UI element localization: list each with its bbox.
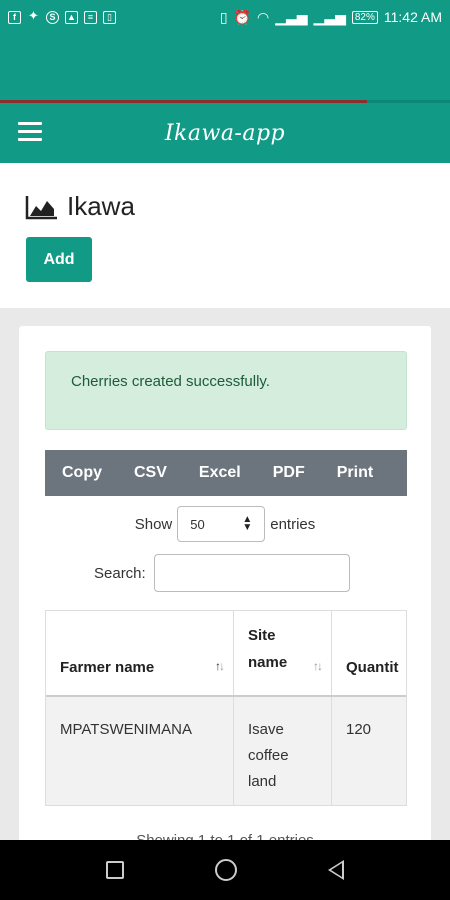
- facebook-icon: f: [8, 10, 21, 24]
- page-header: Ikawa Add: [0, 163, 450, 308]
- notification-icons: f ✦ S ▲ ≡ ▯: [8, 7, 116, 24]
- app-bar: Ikawa-app: [0, 103, 450, 163]
- page-title-text: Ikawa: [67, 191, 135, 221]
- select-arrows-icon: ▲ ▼: [242, 514, 253, 533]
- export-button-group: Copy CSV Excel PDF Print: [45, 450, 407, 496]
- cell-farmer-name: MPATSWENIMANA: [46, 697, 234, 805]
- column-header-farmer-name[interactable]: Farmer name ↑↓: [46, 611, 234, 695]
- table-header: Farmer name ↑↓ Site name ↑↓ Quantit: [46, 611, 406, 697]
- entries-select-value: 50: [190, 516, 205, 532]
- signal-icon: ▁▃▅: [313, 8, 346, 25]
- vibrate-icon: ▯: [219, 8, 228, 25]
- clipboard-icon: ▯: [103, 10, 116, 24]
- clock-time: 11:42 AM: [383, 9, 442, 25]
- add-button[interactable]: Add: [26, 237, 92, 282]
- search-control: Search:: [94, 554, 350, 592]
- app-title: Ikawa-app: [164, 120, 286, 146]
- back-icon[interactable]: [328, 860, 345, 880]
- cell-quantity: 120: [346, 721, 372, 738]
- sort-icon: ↑↓: [215, 659, 225, 673]
- column-header-site-name[interactable]: Site name ↑↓: [234, 611, 332, 695]
- wifi-icon: ◠: [257, 8, 270, 25]
- cell-site-name: Isave coffee land: [234, 697, 332, 805]
- home-icon[interactable]: [214, 859, 237, 881]
- sort-icon: ↑↓: [313, 659, 323, 673]
- area-chart-icon: [25, 195, 57, 219]
- recent-apps-icon[interactable]: [105, 861, 124, 879]
- search-input[interactable]: [153, 554, 350, 592]
- system-icons: ▯ ⏰ ◠ ▁▃▅ ▁▃▅ 82% 11:42 AM: [220, 9, 442, 26]
- content-card: Cherries created successfully. Copy CSV …: [19, 326, 431, 856]
- entries-select[interactable]: 50 ▲ ▼: [177, 506, 266, 542]
- system-navigation-bar: [0, 840, 450, 900]
- success-alert: Cherries created successfully.: [45, 351, 407, 430]
- pdf-button[interactable]: PDF: [257, 450, 321, 496]
- skype-icon: S: [46, 10, 59, 24]
- csv-button[interactable]: CSV: [118, 450, 183, 496]
- id-card-icon: ≡: [84, 10, 97, 24]
- signal-icon: ▁▃▅: [275, 8, 308, 25]
- column-header-quantity[interactable]: Quantit: [332, 611, 406, 695]
- length-control: Show 50 ▲ ▼ entries: [19, 506, 431, 542]
- print-button[interactable]: Print: [321, 450, 389, 496]
- page-title: Ikawa: [25, 191, 135, 222]
- excel-button[interactable]: Excel: [183, 450, 257, 496]
- status-bar: f ✦ S ▲ ≡ ▯ ▯ ⏰ ◠ ▁▃▅ ▁▃▅ 82% 11:42 AM: [0, 0, 450, 34]
- alarm-icon: ⏰: [233, 8, 252, 25]
- menu-icon[interactable]: [18, 122, 42, 142]
- show-label: Show: [134, 515, 173, 533]
- cherries-table: Farmer name ↑↓ Site name ↑↓ Quantit MPATS…: [45, 610, 407, 806]
- entries-label: entries: [270, 515, 316, 533]
- search-label: Search:: [94, 564, 146, 582]
- status-bar-extension: [0, 34, 450, 100]
- battery-icon: 82%: [351, 10, 378, 24]
- gallery-icon: ▲: [65, 10, 78, 24]
- copy-button[interactable]: Copy: [45, 450, 118, 496]
- table-row[interactable]: MPATSWENIMANA Isave coffee land 120: [46, 697, 406, 805]
- twitter-icon: ✦: [28, 7, 39, 23]
